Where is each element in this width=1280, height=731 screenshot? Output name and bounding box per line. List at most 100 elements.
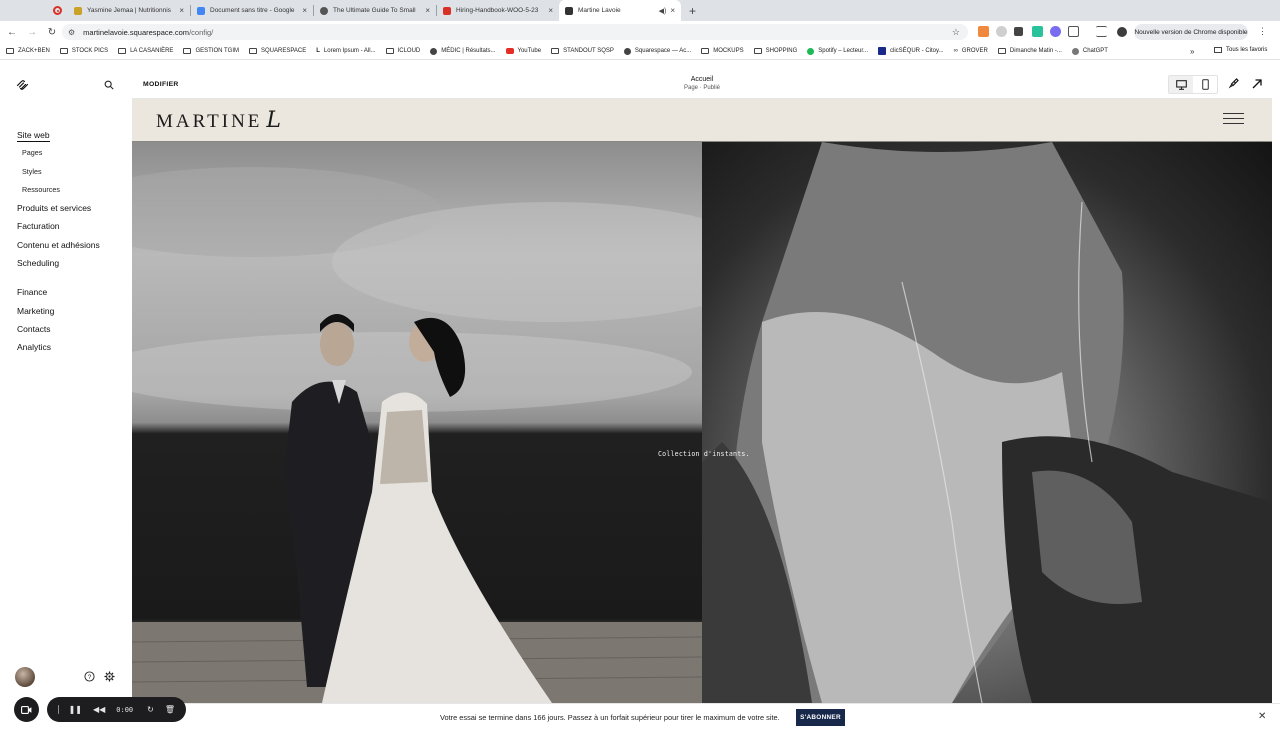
bookmark-item[interactable]: Spotify – Lecteur... bbox=[807, 47, 868, 55]
extension-icon[interactable] bbox=[1032, 26, 1043, 37]
extensions-puzzle-icon[interactable] bbox=[1068, 26, 1079, 37]
menu-hamburger-icon[interactable] bbox=[1223, 113, 1244, 124]
wedding-couple-photo bbox=[132, 142, 772, 703]
back-icon[interactable]: ← bbox=[2, 27, 22, 38]
site-brand-logo[interactable]: MARTINE L bbox=[156, 108, 281, 133]
extension-icon[interactable] bbox=[1050, 26, 1061, 37]
chrome-update-button[interactable]: Nouvelle version de Chrome disponible bbox=[1134, 24, 1248, 40]
browser-tab[interactable]: Document sans titre - Google × bbox=[191, 0, 313, 21]
sidebar-item-contenu[interactable]: Contenu et adhésions bbox=[17, 236, 100, 254]
bookmark-item[interactable]: Squarespace — Ac... bbox=[623, 47, 691, 55]
bookmark-item[interactable]: ICLOUD bbox=[385, 48, 420, 54]
desktop-view-button[interactable] bbox=[1169, 76, 1193, 93]
hero-gallery: Collection d'instants. bbox=[132, 142, 1272, 703]
squarespace-logo-icon[interactable] bbox=[16, 79, 29, 91]
tab-title: Martine Lavoie bbox=[578, 7, 621, 14]
rewind-icon[interactable]: ◀◀ bbox=[93, 705, 105, 714]
folder-icon bbox=[701, 48, 710, 54]
tab-favicon-icon bbox=[74, 6, 82, 15]
design-brush-icon[interactable] bbox=[1227, 78, 1239, 90]
apps-grid-icon[interactable] bbox=[1014, 27, 1023, 36]
sidebar-item-marketing[interactable]: Marketing bbox=[17, 302, 100, 320]
settings-gear-icon[interactable] bbox=[104, 671, 115, 682]
bookmark-item[interactable]: LA CASANIÈRE bbox=[118, 48, 173, 54]
recording-timer: 0:00 bbox=[116, 705, 134, 714]
sidebar-item-pages[interactable]: Pages bbox=[17, 144, 100, 162]
recorder-camera-button[interactable] bbox=[14, 697, 39, 722]
close-tab-icon[interactable]: × bbox=[548, 6, 553, 15]
subscribe-button[interactable]: S'ABONNER bbox=[796, 709, 845, 726]
close-tab-icon[interactable]: × bbox=[302, 6, 307, 15]
more-bookmarks-icon[interactable]: » bbox=[1190, 47, 1194, 56]
camera-extension-icon[interactable] bbox=[996, 26, 1007, 37]
browser-tabstrip: Yasmine Jemaa | Nutritionnis × Document … bbox=[0, 0, 1280, 21]
tab-title: Yasmine Jemaa | Nutritionnis bbox=[87, 7, 171, 14]
audio-icon[interactable]: ◀) bbox=[659, 7, 667, 15]
bookmark-item[interactable]: SQUARESPACE bbox=[249, 48, 306, 54]
browser-tab[interactable]: Yasmine Jemaa | Nutritionnis × bbox=[68, 0, 190, 21]
reading-list-icon[interactable] bbox=[1096, 26, 1107, 37]
folder-icon bbox=[753, 48, 762, 54]
wedding-couple-illustration bbox=[132, 167, 772, 703]
folder-icon bbox=[997, 48, 1006, 54]
bookmark-item[interactable]: clicSÉQUR - Citoy... bbox=[878, 47, 944, 55]
trial-message: Votre essai se termine dans 166 jours. P… bbox=[440, 713, 780, 722]
sidebar-item-facturation[interactable]: Facturation bbox=[17, 217, 100, 235]
page-title[interactable]: Accueil bbox=[132, 76, 1272, 83]
bookmark-item[interactable]: GESTION TGIM bbox=[183, 48, 239, 54]
sidebar-item-styles[interactable]: Styles bbox=[17, 163, 100, 181]
sidebar-item-contacts[interactable]: Contacts bbox=[17, 320, 100, 338]
folder-icon bbox=[1214, 47, 1222, 53]
new-tab-button[interactable]: + bbox=[689, 4, 696, 18]
browser-tab[interactable]: Hiring-Handbook-WOO-5-23 × bbox=[437, 0, 559, 21]
bookmark-item[interactable]: L Lorem Ipsum - All... bbox=[316, 48, 375, 54]
globe-icon bbox=[430, 47, 438, 55]
browser-tab-active[interactable]: Martine Lavoie ◀) × bbox=[559, 0, 681, 21]
search-icon[interactable] bbox=[104, 80, 114, 90]
mobile-icon bbox=[1201, 79, 1209, 90]
profile-avatar[interactable] bbox=[1117, 27, 1127, 37]
sidebar-item-site-web[interactable]: Site web bbox=[17, 126, 100, 144]
bookmark-item[interactable]: ChatGPT bbox=[1071, 47, 1108, 55]
address-bar[interactable]: ⚙ martinelavoie.squarespace.com/config/ … bbox=[62, 24, 968, 40]
hero-caption: Collection d'instants. bbox=[658, 450, 750, 458]
bookmark-item[interactable]: STANDOUT SQSP bbox=[551, 48, 614, 54]
squarespace-sidebar: Site web Pages Styles Ressources Produit… bbox=[0, 61, 132, 731]
close-tab-icon[interactable]: × bbox=[670, 6, 675, 15]
reload-icon[interactable]: ↻ bbox=[42, 27, 62, 38]
menu-kebab-icon[interactable]: ⋮ bbox=[1258, 26, 1267, 37]
bookmark-item[interactable]: MÉDIC | Résultats... bbox=[430, 47, 496, 55]
sidebar-item-finance[interactable]: Finance bbox=[17, 283, 100, 301]
help-icon[interactable]: ? bbox=[84, 671, 95, 682]
editor-toolbar: MODIFIER Accueil Page · Publié bbox=[132, 70, 1272, 99]
tab-title: The Ultimate Guide To Small bbox=[333, 7, 416, 14]
extension-icon[interactable] bbox=[978, 26, 989, 37]
user-avatar[interactable] bbox=[15, 667, 35, 687]
browser-tab[interactable]: The Ultimate Guide To Small × bbox=[314, 0, 436, 21]
stop-recording-button[interactable] bbox=[58, 705, 59, 714]
sidebar-item-ressources[interactable]: Ressources bbox=[17, 181, 100, 199]
bookmark-item[interactable]: ZACK+BEN bbox=[6, 48, 50, 54]
close-tab-icon[interactable]: × bbox=[425, 6, 430, 15]
close-tab-icon[interactable]: × bbox=[179, 6, 184, 15]
sidebar-item-produits[interactable]: Produits et services bbox=[17, 199, 100, 217]
sidebar-item-scheduling[interactable]: Scheduling bbox=[17, 254, 100, 272]
mobile-view-button[interactable] bbox=[1193, 76, 1217, 93]
restart-icon[interactable]: ↻ bbox=[147, 705, 154, 714]
bookmark-item[interactable]: SHOPPING bbox=[753, 48, 797, 54]
bookmark-item[interactable]: MOCKUPS bbox=[701, 48, 744, 54]
open-external-arrow-icon[interactable] bbox=[1251, 78, 1263, 90]
bookmark-item[interactable]: Dimanche Matin -... bbox=[997, 48, 1062, 54]
site-info-icon[interactable]: ⚙ bbox=[68, 28, 75, 37]
site-header: MARTINE L bbox=[132, 99, 1272, 142]
trash-icon[interactable]: 🗑 bbox=[165, 705, 175, 714]
bookmark-item[interactable]: YouTube bbox=[505, 48, 541, 54]
pause-icon[interactable]: ❚❚ bbox=[69, 705, 82, 714]
all-bookmarks-button[interactable]: Tous les favoris bbox=[1214, 47, 1267, 53]
bookmark-star-icon[interactable]: ☆ bbox=[952, 27, 960, 38]
bookmark-item[interactable]: STOCK PICS bbox=[59, 48, 108, 54]
sidebar-item-analytics[interactable]: Analytics bbox=[17, 338, 100, 356]
bookmark-item[interactable]: ∞ GROVER bbox=[954, 48, 988, 54]
forward-icon[interactable]: → bbox=[22, 27, 42, 38]
close-banner-icon[interactable]: ✕ bbox=[1258, 711, 1266, 722]
